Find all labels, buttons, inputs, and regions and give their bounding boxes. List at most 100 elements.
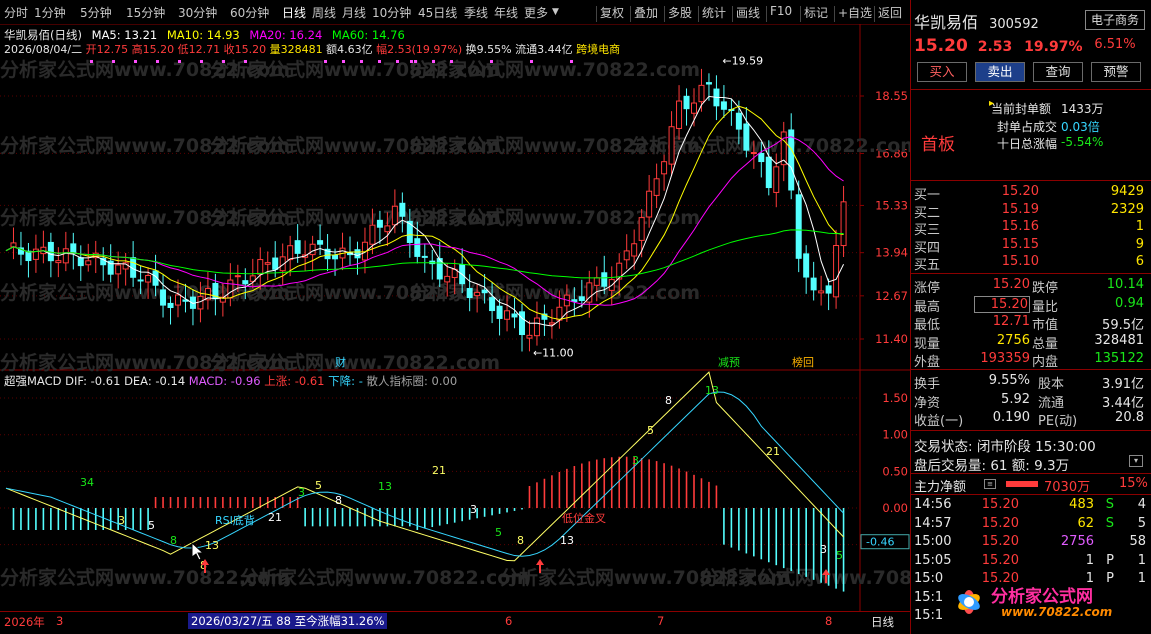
signal-dot (222, 60, 225, 63)
toolbar-item-7[interactable]: +自选 (838, 4, 872, 21)
bid-volume: 9 (1135, 236, 1144, 252)
toolbar-item-8[interactable]: 返回 (878, 4, 902, 21)
macd-count-label: 21 (766, 445, 780, 458)
bid-row[interactable]: 买四 15.15 9 (914, 236, 1146, 256)
candle-body (653, 178, 660, 196)
menu-item-6[interactable]: 日线 (282, 4, 306, 21)
tick-count: 58 (1129, 534, 1146, 549)
quote-value-left: 15.20 (974, 295, 1030, 313)
tick-time: 14:56 (914, 497, 952, 512)
candle-body (175, 294, 181, 306)
macd-count-label: 21 (268, 511, 282, 524)
tick-volume: 62 (1077, 515, 1094, 531)
quote-row: 最高 15.20 量比 0.94 (914, 295, 1146, 315)
toolbar-item-5[interactable]: F10 (770, 4, 792, 18)
price-axis-label: 18.55 (875, 89, 908, 103)
event-banghui[interactable]: 榜回 (792, 355, 814, 369)
menu-item-5[interactable]: 60分钟 (230, 4, 269, 21)
bid-volume: 9429 (1110, 184, 1144, 199)
candle-body (287, 245, 294, 261)
fund-row: 净资 5.92 流通 3.44亿 (914, 392, 1146, 411)
macd-current-value: -0.46 (866, 536, 894, 549)
macd-count-label: 13 (705, 384, 719, 397)
menu-item-11[interactable]: 季线 (464, 4, 488, 21)
menu-item-13[interactable]: 更多 (524, 4, 548, 21)
menu-item-2[interactable]: 5分钟 (80, 4, 112, 21)
signal-dot (450, 60, 453, 63)
menu-item-7[interactable]: 周线 (312, 4, 336, 21)
bid-row[interactable]: 买三 15.16 1 (914, 219, 1146, 238)
main-net-label: 主力净额 (914, 480, 967, 495)
quote-label-right: 总量 (1032, 336, 1059, 352)
tick-price: 15.20 (981, 515, 1019, 531)
menu-item-3[interactable]: 15分钟 (126, 4, 165, 21)
macd-count-label: 8 (335, 494, 342, 507)
tick-row: 14:57 15.20 62 S 5 (914, 516, 1146, 533)
event-cai[interactable]: 财 (335, 355, 346, 369)
macd-count-label: 8 (665, 394, 672, 407)
toolbar-item-4[interactable]: 画线 (736, 4, 760, 21)
macd-sanhu: 散人指标圈: 0.00 (366, 374, 458, 388)
mouse-cursor-icon (191, 541, 205, 561)
candle-body (825, 285, 832, 294)
watermark-text: 分析家公式网www.70822.com (210, 351, 500, 374)
watermark-text: 分析家公式网www.70822.com (240, 566, 530, 589)
query-button[interactable]: 查询 (1033, 62, 1083, 82)
menu-item-12[interactable]: 年线 (494, 4, 518, 21)
buy-button[interactable]: 买入 (917, 62, 967, 82)
kline-concept[interactable]: 跨境电商 (576, 43, 620, 56)
quote-label-left: 外盘 (914, 355, 941, 370)
toolbar-item-1[interactable]: 叠加 (634, 4, 658, 21)
kline-chart-area[interactable]: 18.5516.8615.3313.9412.6711.401.501.000.… (0, 24, 910, 634)
toolbar-item-3[interactable]: 统计 (702, 4, 726, 21)
menu-item-8[interactable]: 月线 (342, 4, 366, 21)
bid-price: 15.20 (1001, 184, 1039, 199)
kline-amount: 额4.63亿 (326, 43, 373, 56)
candle-body (593, 277, 600, 286)
bid-row[interactable]: 买五 15.10 6 (914, 254, 1146, 273)
menu-item-9[interactable]: 10分钟 (372, 4, 411, 21)
expand-icon[interactable]: ▾ (1129, 455, 1143, 467)
candle-body (257, 259, 264, 275)
candle-body (62, 248, 69, 264)
menu-item-10[interactable]: 45日线 (418, 4, 457, 21)
sector-badge[interactable]: 电子商务 (1085, 10, 1145, 30)
fund-label-right: 股本 (1038, 377, 1065, 392)
stock-price: 15.20 (914, 36, 968, 56)
tick-price: 15.20 (981, 534, 1019, 549)
candle-body (167, 302, 174, 309)
menu-item-4[interactable]: 30分钟 (178, 4, 217, 21)
sector-change-pct: 6.51% (1094, 37, 1136, 52)
more-dropdown-icon[interactable]: ▼ (552, 7, 559, 17)
bid-row[interactable]: 买二 15.19 2329 (914, 202, 1146, 221)
menu-item-1[interactable]: 1分钟 (34, 4, 66, 21)
signal-dot (90, 60, 93, 63)
tick-time: 15:05 (914, 552, 952, 568)
menu-icon[interactable]: ≡ (984, 479, 996, 489)
candle-body (519, 311, 525, 336)
toolbar-item-6[interactable]: 标记 (804, 4, 828, 21)
toolbar-item-2[interactable]: 多股 (668, 4, 692, 21)
candle-body (833, 245, 840, 298)
axis-month-8: 8 (825, 614, 833, 628)
macd-value: MACD: -0.96 (188, 374, 261, 388)
macd-axis-label: 1.00 (882, 428, 908, 442)
period-label[interactable]: 日线 (871, 614, 894, 630)
menu-item-0[interactable]: 分时 (4, 4, 28, 21)
alert-button[interactable]: 预警 (1091, 62, 1141, 82)
price-axis-label: 15.33 (875, 198, 908, 212)
candle-body (317, 240, 324, 245)
toolbar-item-0[interactable]: 复权 (600, 4, 624, 21)
macd-up: 上涨: -0.61 (264, 374, 325, 388)
candle-body (197, 295, 204, 310)
sell-button[interactable]: 卖出 (975, 62, 1025, 82)
candle-body (309, 243, 316, 256)
bid-row[interactable]: 买一 15.20 9429 (914, 184, 1146, 203)
menu-separator (596, 6, 597, 22)
event-jianyu[interactable]: 减预 (718, 356, 740, 369)
kline-open: 开12.75 (85, 43, 129, 56)
kline-amplitude: 幅2.53(19.97%) (376, 43, 463, 56)
quote-value-right: 10.14 (1106, 277, 1144, 292)
candle-body (234, 275, 241, 278)
logo-url: www.70822.com (1001, 605, 1113, 619)
